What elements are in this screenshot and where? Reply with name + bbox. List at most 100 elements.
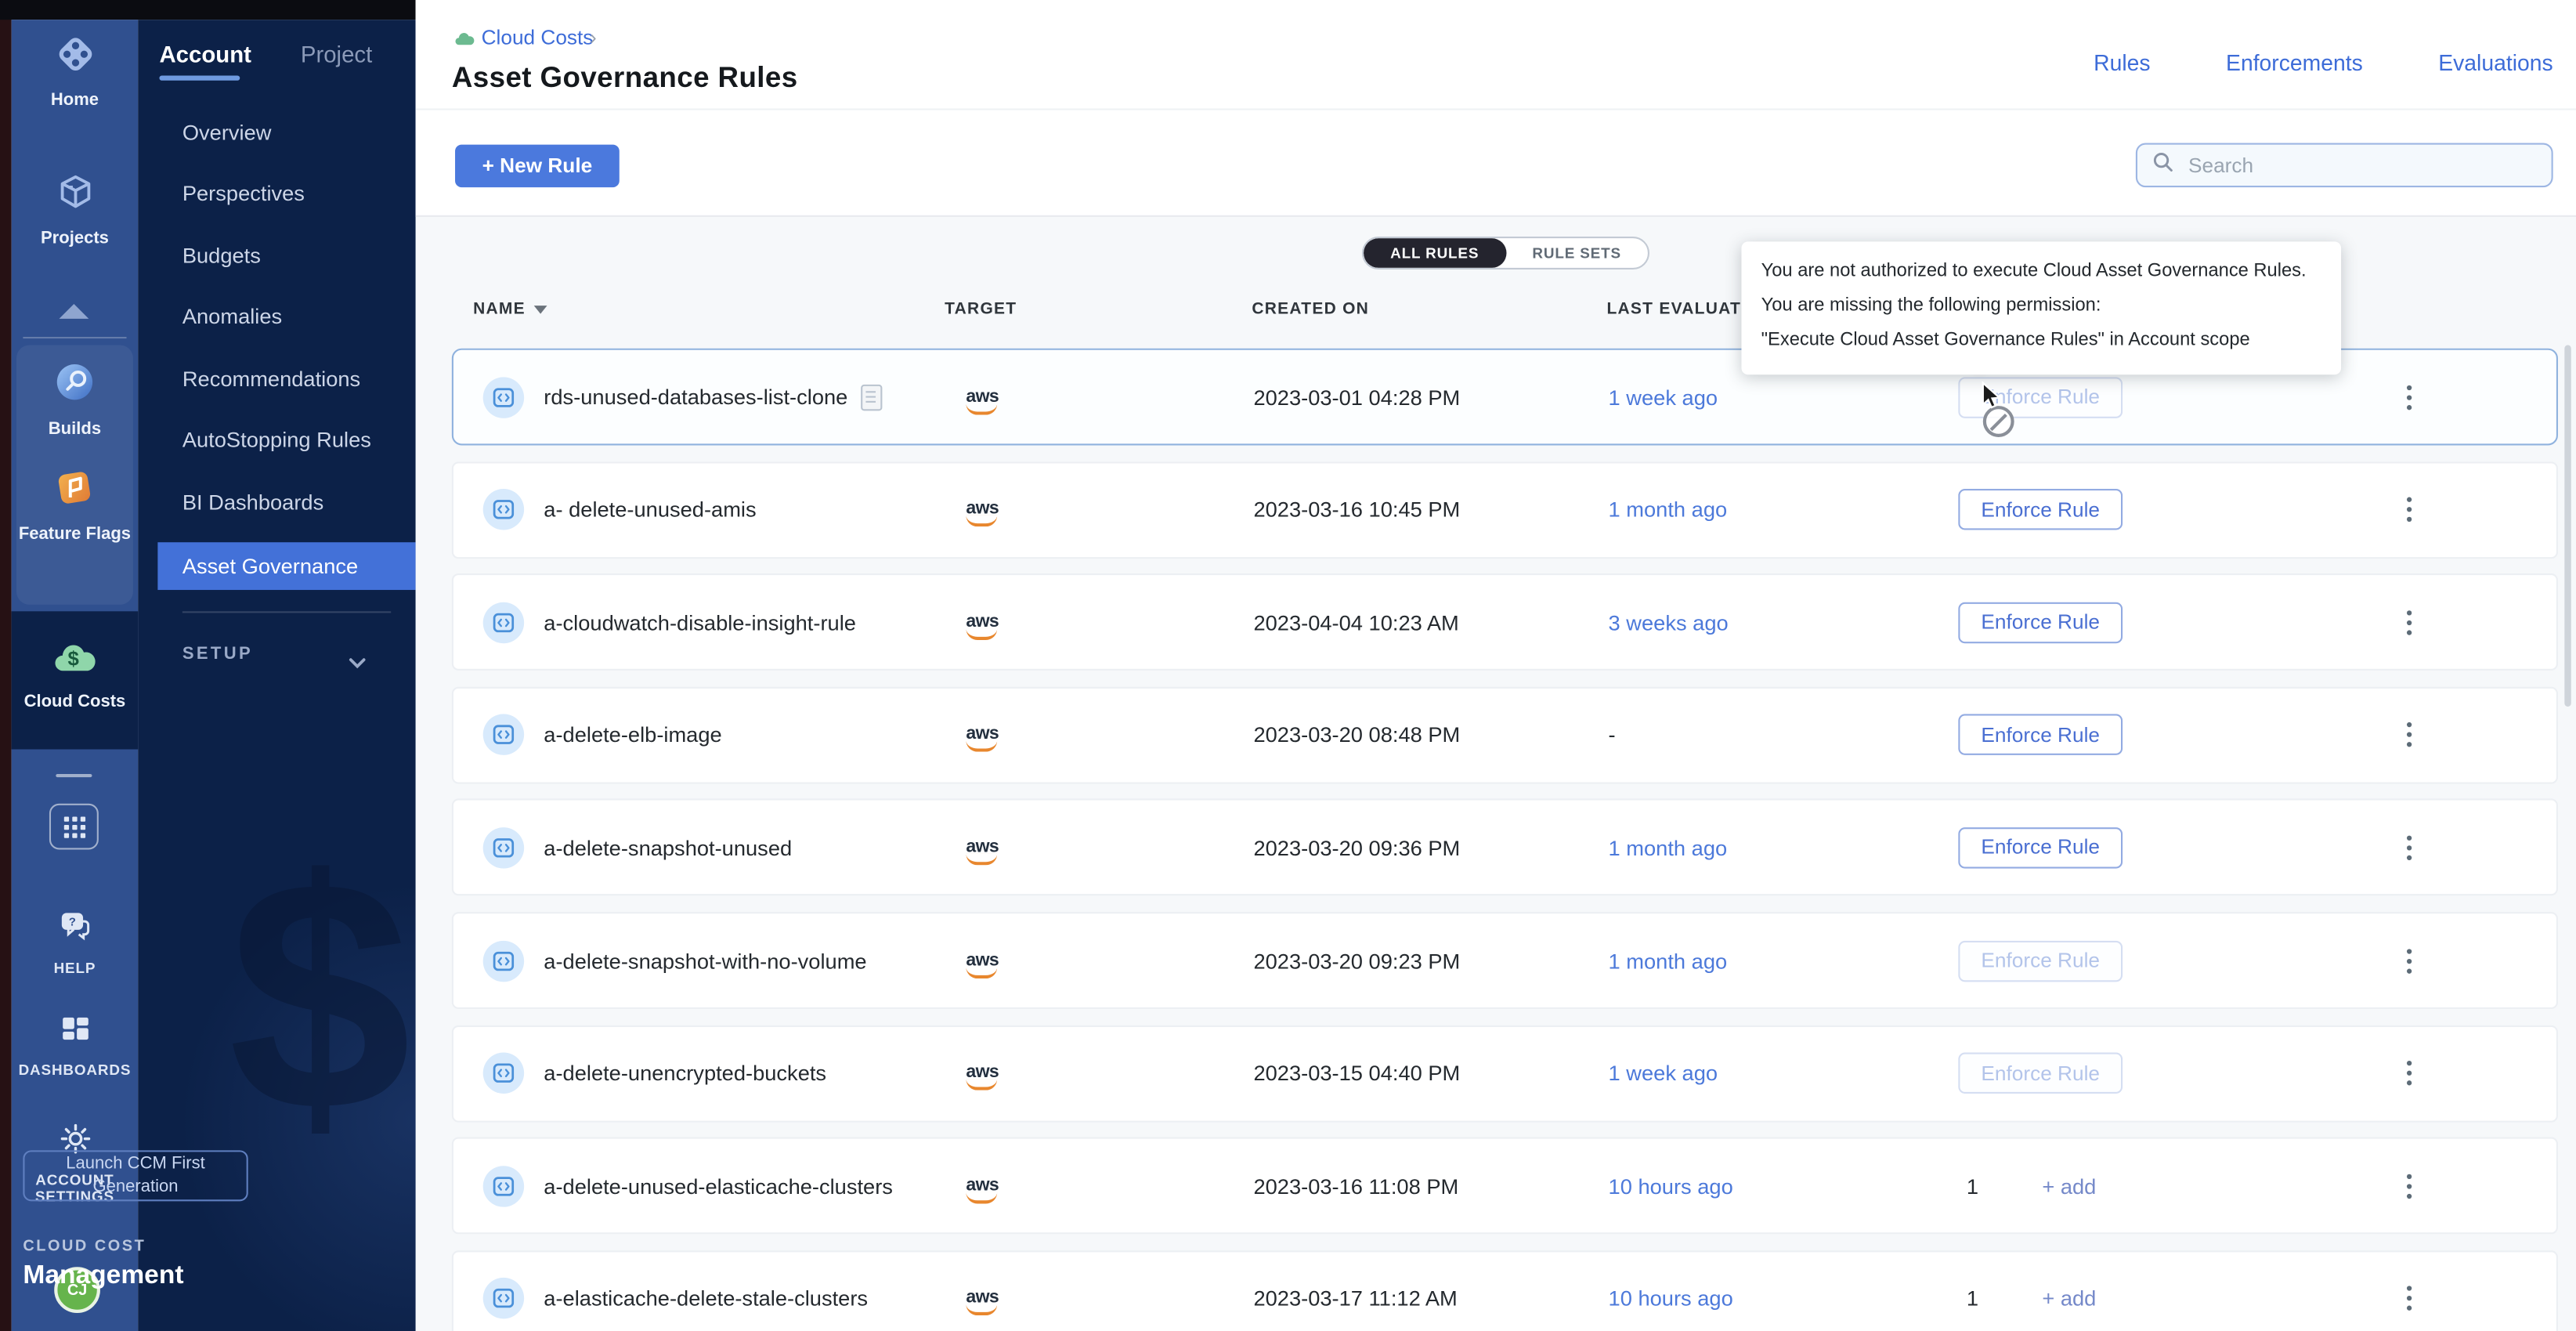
kebab-menu-icon[interactable] <box>2401 1280 2419 1318</box>
search-box <box>2136 143 2553 187</box>
rail-scroll-up-icon[interactable] <box>60 304 89 319</box>
enforce-rule-button[interactable]: Enforce Rule <box>1958 714 2123 755</box>
scope-tab-project[interactable]: Project <box>301 41 372 67</box>
toggle-rule-sets[interactable]: RULE SETS <box>1505 238 1647 268</box>
rule-icon <box>483 714 524 755</box>
last-evaluation-cell[interactable]: 1 month ago <box>1609 497 1728 522</box>
nav-sidebar: $ <box>138 20 415 1331</box>
table-row[interactable]: a-delete-elb-imageaws2023-03-20 08:48 PM… <box>452 686 2558 783</box>
sidebar-divider <box>182 611 391 613</box>
target-cell: aws <box>966 492 999 526</box>
builds-icon <box>52 360 97 412</box>
sidebar-item-budgets[interactable]: Budgets <box>182 243 261 267</box>
aws-logo: aws <box>966 388 999 414</box>
rail-item-help[interactable]: ? HELP <box>12 909 139 977</box>
sidebar-item-asset-governance[interactable]: Asset Governance <box>182 554 358 578</box>
last-evaluation-cell[interactable]: 1 month ago <box>1609 835 1728 859</box>
rail-divider <box>23 337 126 338</box>
scope-tab-account[interactable]: Account <box>159 41 251 67</box>
feature-flags-icon <box>52 465 97 518</box>
table-row[interactable]: a-elasticache-delete-stale-clustersaws20… <box>452 1250 2558 1331</box>
created-on-cell: 2023-03-20 09:36 PM <box>1253 835 1460 859</box>
sidebar-item-autostopping-rules[interactable]: AutoStopping Rules <box>182 427 371 451</box>
last-evaluation-cell[interactable]: 3 weeks ago <box>1609 610 1729 635</box>
table-row[interactable]: a- delete-unused-amisaws2023-03-16 10:45… <box>452 461 2558 559</box>
rail-item-dashboards[interactable]: DASHBOARDS <box>12 1014 139 1079</box>
sidebar-item-anomalies[interactable]: Anomalies <box>182 304 282 328</box>
column-header-name[interactable]: NAME <box>473 301 547 319</box>
toggle-all-rules[interactable]: ALL RULES <box>1364 238 1505 268</box>
table-row[interactable]: a-delete-snapshot-unusedaws2023-03-20 09… <box>452 799 2558 896</box>
kebab-menu-icon[interactable] <box>2401 378 2419 415</box>
copy-document-icon[interactable] <box>861 384 882 411</box>
tooltip-line: You are not authorized to execute Cloud … <box>1761 255 2321 289</box>
mouse-cursor <box>1982 382 2006 419</box>
kebab-menu-icon[interactable] <box>2401 603 2419 641</box>
sidebar-item-bi-dashboards[interactable]: BI Dashboards <box>182 490 323 514</box>
enforce-rule-button[interactable]: Enforce Rule <box>1958 940 2123 981</box>
table-row[interactable]: a-delete-unencrypted-bucketsaws2023-03-1… <box>452 1025 2558 1122</box>
rule-icon <box>483 940 524 981</box>
active-tab-underline <box>159 75 240 79</box>
enforce-rule-button[interactable]: Enforce Rule <box>1958 827 2123 868</box>
enforcement-count: 1 <box>1967 1286 1978 1311</box>
kebab-menu-icon[interactable] <box>2401 490 2419 528</box>
rules-table-body: rds-unused-databases-list-clone aws 2023-0… <box>452 349 2558 1331</box>
sidebar-item-recommendations[interactable]: Recommendations <box>182 367 360 391</box>
last-evaluation-cell[interactable]: 10 hours ago <box>1609 1286 1733 1311</box>
last-evaluation-cell[interactable]: 1 month ago <box>1609 948 1728 972</box>
new-rule-button[interactable]: + New Rule <box>455 145 620 188</box>
enforce-rule-button[interactable]: Enforce Rule <box>1958 602 2123 642</box>
created-on-cell: 2023-03-16 11:08 PM <box>1253 1174 1458 1198</box>
tab-rules[interactable]: Rules <box>2094 51 2150 75</box>
tooltip-line: You are missing the following permission… <box>1761 289 2321 324</box>
created-on-cell: 2023-03-15 04:40 PM <box>1253 1061 1460 1085</box>
created-on-cell: 2023-03-01 04:28 PM <box>1253 385 1460 409</box>
projects-cube-icon <box>53 171 96 222</box>
last-evaluation-cell[interactable]: 10 hours ago <box>1609 1174 1733 1198</box>
rule-name: rds-unused-databases-list-clone <box>544 385 847 409</box>
rail-item-cloud-costs[interactable]: $ Cloud Costs <box>12 638 139 712</box>
chevron-down-icon[interactable] <box>349 647 367 677</box>
scrollbar-thumb[interactable] <box>2564 345 2571 706</box>
rail-item-projects[interactable]: Projects <box>12 171 139 248</box>
help-chat-icon: ? <box>56 909 92 953</box>
kebab-menu-icon[interactable] <box>2401 1167 2419 1205</box>
rail-item-label: Builds <box>49 419 101 439</box>
rail-item-home[interactable]: Home <box>12 33 139 110</box>
tab-evaluations[interactable]: Evaluations <box>2438 51 2553 75</box>
module-grid-icon[interactable] <box>49 804 99 850</box>
launch-ccm-first-gen-button[interactable]: Launch CCM First Generation <box>23 1150 247 1201</box>
sidebar-setup-section[interactable]: SETUP <box>182 644 253 664</box>
kebab-menu-icon[interactable] <box>2401 942 2419 979</box>
rule-icon <box>483 1279 524 1319</box>
created-on-cell: 2023-03-20 09:23 PM <box>1253 948 1460 972</box>
kebab-menu-icon[interactable] <box>2401 1054 2419 1092</box>
kebab-menu-icon[interactable] <box>2401 716 2419 754</box>
aws-logo: aws <box>966 1177 999 1203</box>
sidebar-item-perspectives[interactable]: Perspectives <box>182 181 305 205</box>
table-row[interactable]: a-delete-unused-elasticache-clustersaws2… <box>452 1137 2558 1235</box>
search-input[interactable] <box>2185 152 2520 179</box>
last-evaluation-cell[interactable]: 1 week ago <box>1609 1061 1718 1085</box>
search-icon <box>2152 150 2173 180</box>
enforce-rule-button[interactable]: Enforce Rule <box>1958 489 2123 530</box>
sort-caret-icon <box>533 306 547 313</box>
table-row[interactable]: a-cloudwatch-disable-insight-ruleaws2023… <box>452 573 2558 671</box>
breadcrumb-cloud-costs[interactable]: Cloud Costs <box>482 27 594 49</box>
rule-name: a-delete-unencrypted-buckets <box>544 1061 826 1085</box>
kebab-menu-icon[interactable] <box>2401 829 2419 866</box>
rail-item-feature-flags[interactable]: Feature Flags <box>12 465 139 544</box>
page-title: Asset Governance Rules <box>452 61 798 96</box>
aws-logo: aws <box>966 726 999 753</box>
tab-enforcements[interactable]: Enforcements <box>2226 51 2363 75</box>
rail-item-builds[interactable]: Builds <box>12 360 139 439</box>
enforce-rule-button[interactable]: Enforce Rule <box>1958 1053 2123 1094</box>
target-cell: aws <box>966 943 999 978</box>
sidebar-watermark-dollar: $ <box>229 808 411 1186</box>
add-enforcement-link[interactable]: + add <box>2042 1286 2096 1311</box>
last-evaluation-cell[interactable]: 1 week ago <box>1609 385 1718 409</box>
table-row[interactable]: a-delete-snapshot-with-no-volumeaws2023-… <box>452 912 2558 1009</box>
add-enforcement-link[interactable]: + add <box>2042 1174 2096 1198</box>
sidebar-item-overview[interactable]: Overview <box>182 120 272 144</box>
